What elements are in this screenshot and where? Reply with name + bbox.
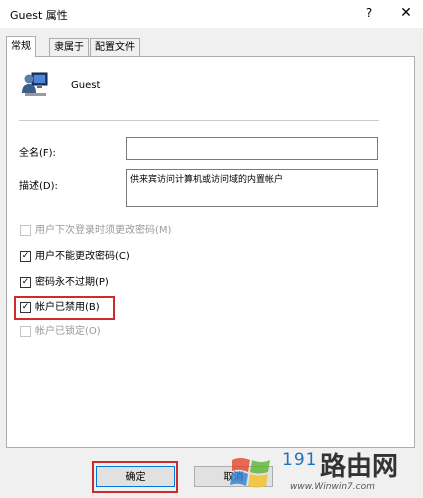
checkbox[interactable]: ✓ — [20, 251, 31, 262]
title-bar: Guest 属性 ? ✕ — [0, 0, 423, 28]
general-panel: Guest 全名(F): 描述(D): 供来宾访问计算机或访问域的内置帐户 用户… — [6, 56, 415, 448]
tab-general[interactable]: 常规 — [6, 36, 36, 57]
option-label: 密码永不过期(P) — [35, 277, 109, 288]
windows-logo-icon — [230, 452, 274, 495]
checkbox[interactable] — [20, 225, 31, 236]
tab-profile[interactable]: 配置文件 — [90, 38, 140, 56]
fullname-label: 全名(F): — [19, 148, 56, 159]
close-button[interactable]: ✕ — [395, 3, 417, 23]
tab-member-of[interactable]: 隶属于 — [49, 38, 89, 56]
fullname-field[interactable] — [126, 137, 378, 160]
option-label: 用户下次登录时须更改密码(M) — [35, 225, 172, 236]
help-button[interactable]: ? — [358, 3, 380, 23]
window-title: Guest 属性 — [10, 9, 68, 22]
separator — [19, 120, 379, 121]
option-label: 用户不能更改密码(C) — [35, 251, 130, 262]
watermark-url: www.Winwin7.com — [290, 482, 375, 492]
watermark-number: 191 — [282, 450, 318, 470]
option-label: 帐户已锁定(O) — [35, 326, 101, 337]
watermark-text: 路由网 — [320, 452, 399, 482]
checkbox[interactable]: ✓ — [20, 302, 31, 313]
checkbox[interactable]: ✓ — [20, 277, 31, 288]
option-label: 帐户已禁用(B) — [35, 302, 100, 313]
ok-button[interactable]: 确定 — [96, 466, 175, 487]
user-computer-icon — [21, 69, 49, 97]
watermark: 191 路由网 www.Winwin7.com — [224, 446, 423, 498]
checkbox[interactable] — [20, 326, 31, 337]
user-name: Guest — [71, 80, 101, 91]
description-field[interactable]: 供来宾访问计算机或访问域的内置帐户 — [126, 169, 378, 207]
description-label: 描述(D): — [19, 181, 58, 192]
